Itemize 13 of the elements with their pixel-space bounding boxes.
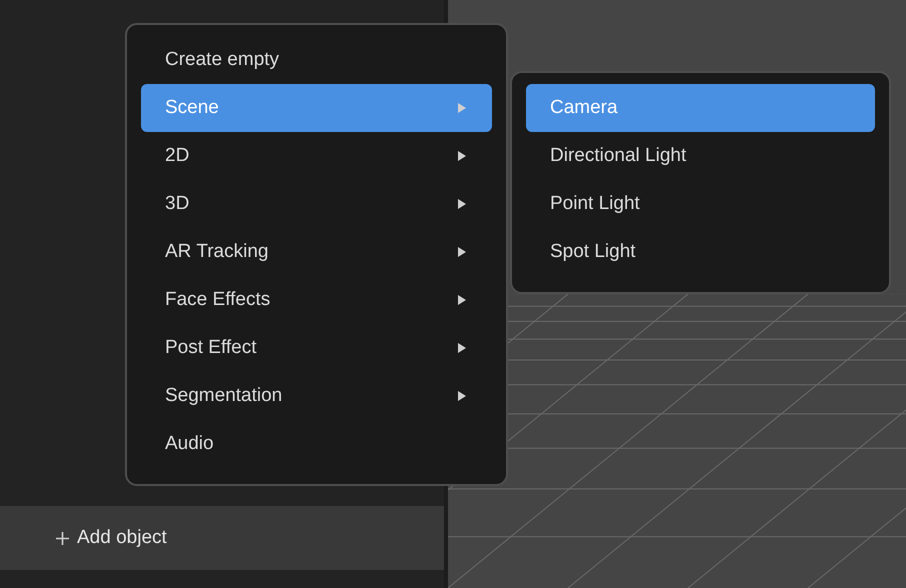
menu-item[interactable]: Create empty	[141, 36, 492, 84]
add-object-button[interactable]: Add object	[0, 506, 444, 570]
menu-item[interactable]: Face Effects	[141, 276, 492, 324]
menu-item[interactable]: 2D	[141, 132, 492, 180]
menu-item[interactable]: Point Light	[526, 180, 875, 228]
menu-item[interactable]: Post Effect	[141, 324, 492, 372]
plus-icon	[56, 532, 69, 544]
menu-item[interactable]: Audio	[141, 420, 492, 468]
menu-item[interactable]: Spot Light	[526, 228, 875, 276]
menu-item[interactable]: Directional Light	[526, 132, 875, 180]
menu-item[interactable]: 3D	[141, 180, 492, 228]
menu-item[interactable]: AR Tracking	[141, 228, 492, 276]
menu-item[interactable]: Segmentation	[141, 372, 492, 420]
